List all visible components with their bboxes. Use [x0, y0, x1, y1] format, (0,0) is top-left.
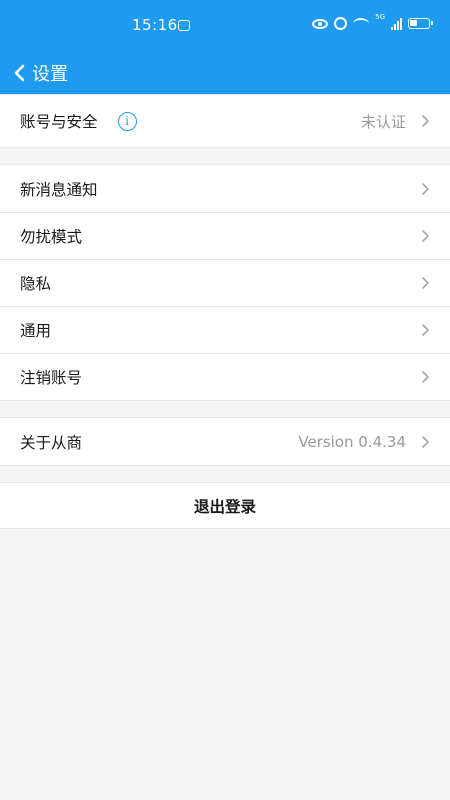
settings-item-privacy[interactable]: 隐私 — [0, 259, 450, 306]
logout-button[interactable]: 退出登录 — [0, 482, 450, 529]
signal-icon — [391, 17, 402, 30]
settings-group-general: 新消息通知 勿扰模式 隐私 通用 注销账号 — [0, 164, 450, 401]
nav-bar: 设置 — [0, 52, 450, 94]
status-time: 15:16 — [132, 16, 178, 34]
settings-item-label: 账号与安全 — [20, 113, 98, 131]
chevron-right-icon — [420, 229, 430, 243]
status-icons: 5G — [312, 13, 433, 30]
notification-app-icon — [178, 20, 190, 31]
settings-item-notifications[interactable]: 新消息通知 — [0, 165, 450, 212]
info-icon[interactable]: i — [117, 111, 137, 131]
chevron-right-icon — [420, 370, 430, 384]
network-type-label: 5G — [375, 13, 385, 21]
settings-item-label: 新消息通知 — [20, 180, 98, 199]
app-version: Version 0.4.34 — [298, 432, 406, 451]
settings-item-label: 隐私 — [20, 275, 52, 293]
chevron-right-icon — [420, 435, 430, 449]
verification-status: 未认证 — [360, 112, 406, 131]
alarm-icon — [334, 17, 348, 30]
settings-group-account: 账号与安全 i 未认证 — [0, 94, 450, 148]
chevron-right-icon — [420, 323, 430, 337]
settings-item-do-not-disturb[interactable]: 勿扰模式 — [0, 212, 450, 259]
back-arrow-icon[interactable] — [8, 62, 30, 84]
settings-item-delete-account[interactable]: 注销账号 — [0, 353, 450, 400]
settings-item-account-security[interactable]: 账号与安全 i 未认证 — [0, 95, 450, 147]
app-header: 15:16 5G 设置 — [0, 0, 450, 94]
settings-item-label: 注销账号 — [20, 369, 83, 387]
chevron-right-icon — [420, 182, 430, 196]
settings-item-general[interactable]: 通用 — [0, 306, 450, 353]
chevron-right-icon — [420, 276, 430, 290]
settings-item-label: 关于从商 — [20, 433, 83, 452]
status-bar: 15:16 5G — [0, 0, 450, 52]
eye-icon — [312, 18, 329, 29]
battery-icon — [408, 18, 433, 29]
settings-item-about[interactable]: 关于从商 Version 0.4.34 — [0, 418, 450, 465]
settings-item-label: 勿扰模式 — [20, 228, 83, 246]
settings-group-about: 关于从商 Version 0.4.34 — [0, 417, 450, 466]
chevron-right-icon — [420, 114, 430, 128]
wifi-icon — [353, 17, 370, 30]
settings-item-label: 通用 — [20, 322, 52, 340]
page-title: 设置 — [32, 64, 68, 85]
